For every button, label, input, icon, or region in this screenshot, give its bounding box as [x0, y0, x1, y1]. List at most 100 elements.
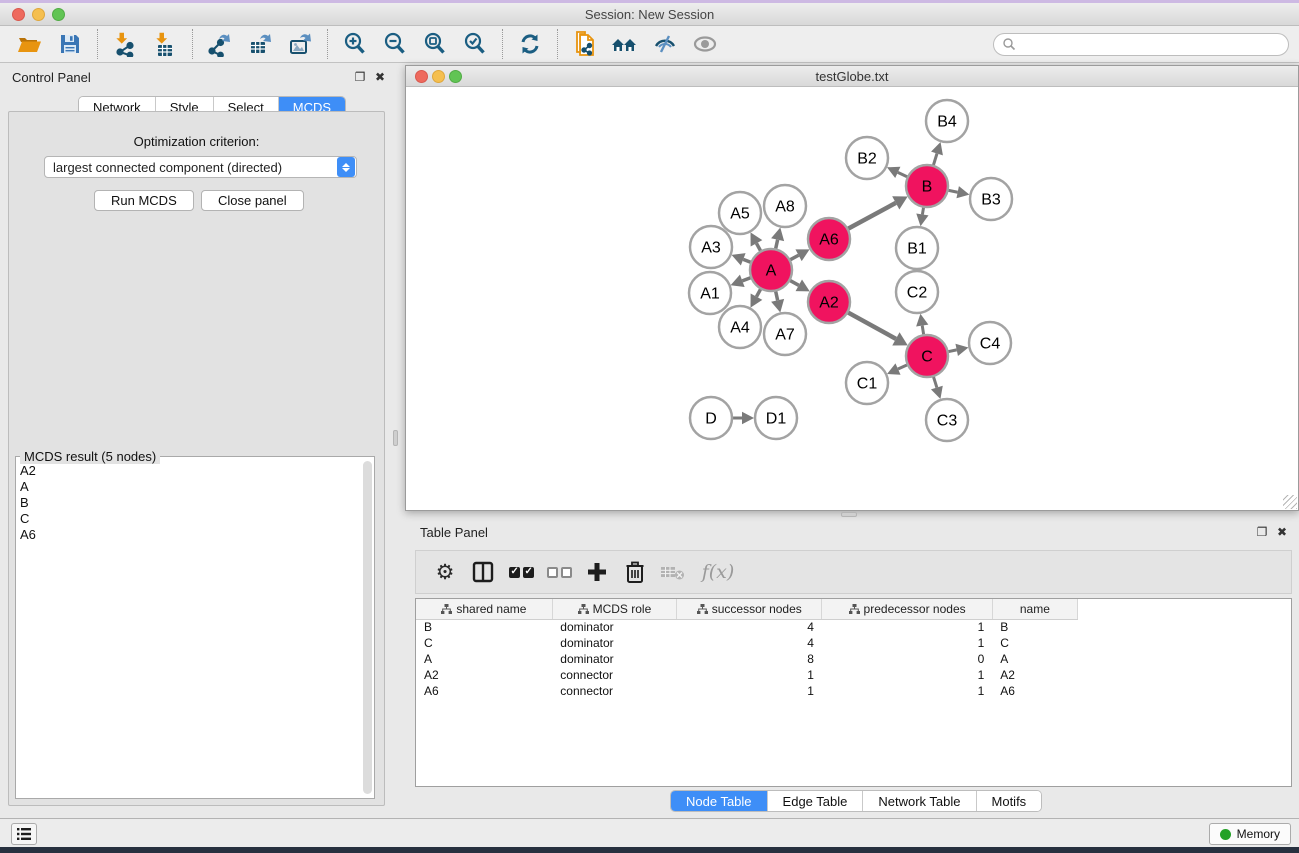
graph-node-C4[interactable]: C4 [969, 322, 1011, 364]
resize-grip[interactable] [1283, 495, 1297, 509]
graph-edge-A2-C[interactable] [846, 311, 896, 339]
graph-node-B4[interactable]: B4 [926, 100, 968, 142]
graph-node-C1[interactable]: C1 [846, 362, 888, 404]
import-table-button[interactable] [145, 28, 185, 60]
graph-node-A4[interactable]: A4 [719, 306, 761, 348]
mcds-result-item[interactable]: A2 [20, 463, 360, 479]
trash-icon [624, 560, 646, 584]
network-graph[interactable]: B4 B2 B B3 A5A8A6 A3 B1 A A1 C2 A2 A4A7 C C4 C1 C3 D D1 [406, 87, 1298, 510]
column-header[interactable]: successor nodes [677, 599, 822, 619]
mcds-result-item[interactable]: A6 [20, 527, 360, 543]
table-row[interactable]: A6connector11A6 [416, 683, 1078, 699]
export-image-icon [287, 31, 313, 57]
graph-node-A6[interactable]: A6 [808, 218, 850, 260]
graph-node-C[interactable]: C [906, 335, 948, 377]
tab-motifs[interactable]: Motifs [977, 791, 1042, 811]
hierarchy-icon [697, 604, 708, 614]
graph-node-A7[interactable]: A7 [764, 313, 806, 355]
delete-table-button[interactable] [654, 555, 692, 589]
column-header[interactable]: MCDS role [552, 599, 676, 619]
new-network-from-file-button[interactable] [565, 28, 605, 60]
mcds-result-item[interactable]: B [20, 495, 360, 511]
import-network-button[interactable] [105, 28, 145, 60]
svg-text:C4: C4 [980, 336, 1001, 353]
split-columns-button[interactable] [464, 555, 502, 589]
float-panel-icon[interactable]: ❐ [352, 70, 368, 84]
horizontal-split-handle[interactable] [841, 512, 857, 517]
table-row[interactable]: Bdominator41B [416, 619, 1078, 635]
deselect-all-button[interactable] [540, 555, 578, 589]
table-row[interactable]: A2connector11A2 [416, 667, 1078, 683]
zoom-selected-button[interactable] [455, 28, 495, 60]
graph-node-A3[interactable]: A3 [690, 226, 732, 268]
network-window-titlebar[interactable]: testGlobe.txt [406, 66, 1298, 87]
graph-node-D[interactable]: D [690, 397, 732, 439]
global-search-field[interactable] [993, 33, 1289, 56]
column-header[interactable]: name [992, 599, 1077, 619]
graph-node-A[interactable]: A [750, 249, 792, 291]
open-file-button[interactable] [10, 28, 50, 60]
zoom-out-button[interactable] [375, 28, 415, 60]
home-button[interactable] [605, 28, 645, 60]
svg-text:B3: B3 [981, 192, 1001, 209]
network-view-window: testGlobe.txt B4 B2 B B3 A5A8A6 A3 B1 A A1 C2 A2 A4… [405, 65, 1299, 511]
close-panel-button[interactable]: Close panel [201, 190, 304, 211]
svg-text:B: B [922, 179, 933, 196]
zoom-selected-icon [462, 31, 488, 57]
graph-node-A5[interactable]: A5 [719, 192, 761, 234]
search-input[interactable] [1016, 37, 1280, 51]
graph-node-A8[interactable]: A8 [764, 185, 806, 227]
graph-node-B3[interactable]: B3 [970, 178, 1012, 220]
graph-node-D1[interactable]: D1 [755, 397, 797, 439]
table-float-icon[interactable]: ❐ [1254, 525, 1270, 539]
export-network-button[interactable] [200, 28, 240, 60]
column-header[interactable]: shared name [416, 599, 552, 619]
graph-node-B[interactable]: B [906, 165, 948, 207]
delete-column-button[interactable] [616, 555, 654, 589]
function-builder-button[interactable]: f(x) [692, 555, 744, 589]
export-network-icon [207, 31, 233, 57]
tab-network-table[interactable]: Network Table [863, 791, 976, 811]
zoom-in-button[interactable] [335, 28, 375, 60]
criterion-dropdown[interactable]: largest connected component (directed) [44, 156, 357, 178]
close-panel-icon[interactable]: ✖ [372, 70, 388, 84]
edge-arrowhead-icon [955, 344, 968, 356]
graph-node-A1[interactable]: A1 [689, 272, 731, 314]
application-window: Session: New Session [0, 0, 1299, 853]
hide-panels-button[interactable] [645, 28, 685, 60]
table-settings-button[interactable]: ⚙ [426, 555, 464, 589]
column-header[interactable]: predecessor nodes [822, 599, 992, 619]
graph-node-C3[interactable]: C3 [926, 399, 968, 441]
table-close-icon[interactable]: ✖ [1274, 525, 1290, 539]
memory-status-icon [1220, 829, 1231, 840]
graph-node-B1[interactable]: B1 [896, 227, 938, 269]
vertical-split-handle[interactable] [393, 430, 398, 446]
mcds-list-scrollbar[interactable] [363, 461, 372, 794]
add-column-button[interactable] [578, 555, 616, 589]
zoom-fit-button[interactable] [415, 28, 455, 60]
save-session-button[interactable] [50, 28, 90, 60]
import-table-icon [152, 31, 178, 57]
graph-node-A2[interactable]: A2 [808, 281, 850, 323]
plus-icon [586, 561, 608, 583]
tab-edge-table[interactable]: Edge Table [768, 791, 864, 811]
memory-button[interactable]: Memory [1209, 823, 1291, 845]
gear-icon: ⚙ [436, 562, 455, 583]
run-mcds-button[interactable]: Run MCDS [94, 190, 194, 211]
refresh-layout-button[interactable] [510, 28, 550, 60]
export-image-button[interactable] [280, 28, 320, 60]
show-panels-button[interactable] [685, 28, 725, 60]
select-all-button[interactable] [502, 555, 540, 589]
table-row[interactable]: Adominator80A [416, 651, 1078, 667]
export-table-button[interactable] [240, 28, 280, 60]
tab-node-table[interactable]: Node Table [671, 791, 768, 811]
graph-edge-A6-B[interactable] [846, 203, 896, 230]
mcds-result-item[interactable]: C [20, 511, 360, 527]
task-history-button[interactable] [11, 823, 37, 845]
table-row[interactable]: Cdominator41C [416, 635, 1078, 651]
mcds-result-item[interactable]: A [20, 479, 360, 495]
svg-text:B4: B4 [937, 114, 957, 131]
list-icon [16, 827, 32, 841]
graph-node-C2[interactable]: C2 [896, 271, 938, 313]
graph-node-B2[interactable]: B2 [846, 137, 888, 179]
